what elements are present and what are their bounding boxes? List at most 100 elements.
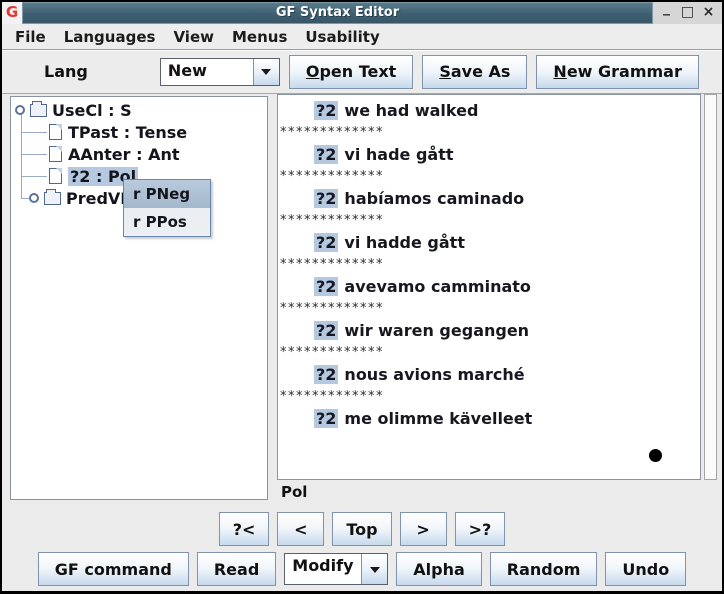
menubar: File Languages View Menus Usability bbox=[2, 24, 722, 50]
lin-text[interactable]: nous avions marché bbox=[344, 365, 524, 384]
lin-sentence: ?2 vi hade gått bbox=[278, 145, 700, 167]
tree-node-root[interactable]: UseCl : S bbox=[15, 99, 132, 121]
new-grammar-button[interactable]: New Grammar bbox=[536, 55, 698, 89]
tree-node-label[interactable]: UseCl : S bbox=[52, 101, 132, 120]
metavariable-token[interactable]: ?2 bbox=[314, 409, 338, 428]
file-icon bbox=[49, 168, 62, 184]
top-button[interactable]: Top bbox=[332, 512, 391, 546]
language-select[interactable]: New bbox=[160, 58, 280, 86]
lin-item: ?2 wir waren gegangen ************* bbox=[278, 321, 700, 365]
undo-button[interactable]: Undo bbox=[605, 552, 686, 586]
vertical-scrollbar[interactable] bbox=[704, 94, 717, 480]
main-area: UseCl : S TPast : Tense AAnter : Ant ?2 … bbox=[2, 94, 722, 508]
lin-item: ?2we had walked ************* bbox=[278, 101, 700, 145]
popup-item-ppos[interactable]: r PPos bbox=[124, 208, 210, 236]
action-row: GF command Read Modify Alpha Random Undo bbox=[2, 550, 722, 594]
separator-line: ************* bbox=[278, 343, 700, 365]
separator-line: ************* bbox=[278, 211, 700, 233]
metavariable-token[interactable]: ?2 bbox=[314, 101, 338, 120]
titlebar[interactable]: G GF Syntax Editor _ □ × bbox=[2, 2, 722, 24]
lin-item: ?2 avevamo camminato ************* bbox=[278, 277, 700, 321]
lin-item: ?2 vi hade gått ************* bbox=[278, 145, 700, 189]
lin-sentence: ?2 avevamo camminato bbox=[278, 277, 700, 299]
lin-item: ?2 nous avions marché ************* bbox=[278, 365, 700, 409]
refinement-popup-menu: r PNeg r PPos bbox=[123, 179, 211, 237]
lin-text[interactable]: me olimme kävelleet bbox=[344, 409, 532, 428]
lin-item: ?2 habíamos caminado ************* bbox=[278, 189, 700, 233]
tree-node-predvp[interactable]: PredVP bbox=[29, 187, 132, 209]
menu-view[interactable]: View bbox=[164, 26, 223, 48]
tree-node-aanter[interactable]: AAnter : Ant bbox=[49, 143, 180, 165]
tree-node-label[interactable]: AAnter : Ant bbox=[68, 145, 180, 164]
tree-expander-icon[interactable] bbox=[15, 105, 25, 115]
lin-sentence: ?2 vi hadde gått bbox=[278, 233, 700, 255]
save-as-button[interactable]: Save As bbox=[422, 55, 527, 89]
file-icon bbox=[49, 124, 62, 140]
toolbar: Lang New Open Text Save As New Grammar bbox=[2, 50, 722, 94]
tree-guide-line bbox=[21, 176, 47, 177]
lin-sentence: ?2 we had walked bbox=[278, 101, 700, 123]
metavariable-token[interactable]: ?2 bbox=[314, 145, 338, 164]
alpha-button[interactable]: Alpha bbox=[396, 552, 482, 586]
first-metavariable-button[interactable]: ?< bbox=[219, 512, 270, 546]
maximize-icon[interactable]: □ bbox=[679, 3, 696, 23]
modify-select-value[interactable]: Modify bbox=[285, 554, 361, 584]
chevron-down-icon bbox=[261, 69, 271, 80]
file-icon bbox=[49, 146, 62, 162]
menu-menus[interactable]: Menus bbox=[223, 26, 296, 48]
lin-sentence: ?2 wir waren gegangen bbox=[278, 321, 700, 343]
separator-line: ************* bbox=[278, 255, 700, 277]
metavariable-token[interactable]: ?2 bbox=[314, 365, 338, 384]
separator-line: ************* bbox=[278, 299, 700, 321]
modify-select[interactable]: Modify bbox=[284, 553, 388, 585]
random-button[interactable]: Random bbox=[490, 552, 598, 586]
modify-select-arrow[interactable] bbox=[361, 554, 387, 584]
menu-file[interactable]: File bbox=[6, 26, 55, 48]
tree-expander-icon[interactable] bbox=[29, 193, 39, 203]
lin-text[interactable]: we had walked bbox=[344, 101, 478, 120]
separator-line: ************* bbox=[278, 167, 700, 189]
metavariable-token[interactable]: ?2 bbox=[314, 189, 338, 208]
language-select-value[interactable]: New bbox=[161, 59, 253, 85]
folder-icon bbox=[30, 104, 47, 117]
last-metavariable-button[interactable]: >? bbox=[455, 512, 506, 546]
menu-languages[interactable]: Languages bbox=[55, 26, 165, 48]
lin-sentence: ?2 nous avions marché bbox=[278, 365, 700, 387]
language-select-arrow[interactable] bbox=[253, 59, 279, 85]
gf-logo-icon: G bbox=[2, 2, 22, 24]
window-title: GF Syntax Editor bbox=[22, 2, 653, 24]
lin-text[interactable]: avevamo camminato bbox=[344, 277, 530, 296]
gf-command-button[interactable]: GF command bbox=[38, 552, 189, 586]
linearization-panel[interactable]: ?2 we had walked ************* ?2 vi hade … bbox=[277, 94, 701, 480]
lang-label: Lang bbox=[44, 62, 88, 81]
close-icon[interactable]: × bbox=[700, 3, 717, 23]
folder-icon bbox=[44, 192, 61, 205]
lin-text[interactable]: wir waren gegangen bbox=[344, 321, 529, 340]
navigation-row: ?< < Top > >? bbox=[2, 508, 722, 550]
focus-dot bbox=[649, 449, 662, 462]
metavariable-token[interactable]: ?2 bbox=[314, 233, 338, 252]
popup-item-pneg[interactable]: r PNeg bbox=[124, 180, 210, 208]
syntax-tree-panel[interactable]: UseCl : S TPast : Tense AAnter : Ant ?2 … bbox=[10, 96, 268, 500]
lin-sentence: ?2 me olimme kävelleet bbox=[278, 409, 700, 431]
focused-category-label: Pol bbox=[281, 483, 307, 501]
tree-guide-line bbox=[21, 132, 47, 133]
metavariable-token[interactable]: ?2 bbox=[314, 321, 338, 340]
read-button[interactable]: Read bbox=[197, 552, 276, 586]
lin-text[interactable]: vi hade gått bbox=[344, 145, 453, 164]
minimize-icon[interactable]: _ bbox=[658, 3, 675, 23]
window-controls: _ □ × bbox=[653, 2, 722, 24]
lin-sentence: ?2 habíamos caminado bbox=[278, 189, 700, 211]
next-button[interactable]: > bbox=[400, 512, 447, 546]
prev-button[interactable]: < bbox=[277, 512, 324, 546]
lin-item: ?2 vi hadde gått ************* bbox=[278, 233, 700, 277]
tree-guide-line bbox=[21, 154, 47, 155]
lin-text[interactable]: vi hadde gått bbox=[344, 233, 465, 252]
separator-line: ************* bbox=[278, 387, 700, 409]
lin-text[interactable]: habíamos caminado bbox=[344, 189, 524, 208]
open-text-button[interactable]: Open Text bbox=[289, 55, 413, 89]
menu-usability[interactable]: Usability bbox=[296, 26, 388, 48]
metavariable-token[interactable]: ?2 bbox=[314, 277, 338, 296]
tree-node-tpast[interactable]: TPast : Tense bbox=[49, 121, 187, 143]
tree-node-label[interactable]: TPast : Tense bbox=[68, 123, 187, 142]
